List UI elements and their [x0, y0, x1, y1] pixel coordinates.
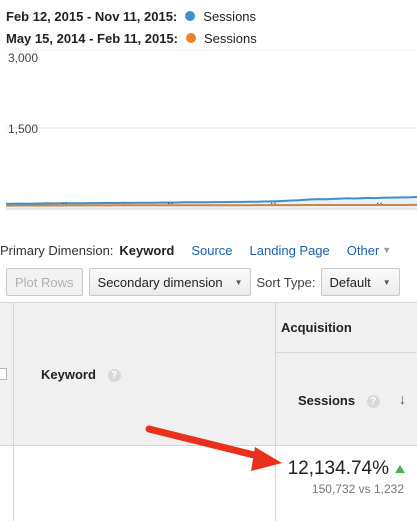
sort-type-label: Sort Type:	[256, 274, 316, 290]
sessions-change-text: 12,134.74%	[287, 458, 389, 479]
secondary-dimension-dropdown[interactable]: Secondary dimension ▼	[88, 268, 252, 296]
dimension-keyword[interactable]: Keyword	[119, 243, 174, 258]
legend-previous-dot	[186, 33, 196, 43]
sort-type-dropdown[interactable]: Default ▼	[320, 268, 400, 296]
help-icon[interactable]: ?	[366, 395, 380, 409]
sort-descending-icon[interactable]: ↓	[399, 391, 406, 407]
primary-dimension-label: Primary Dimension:	[0, 242, 114, 258]
chevron-down-icon: ▼	[382, 245, 392, 255]
dimension-other-label: Other	[346, 242, 380, 258]
sessions-change-value: 12,134.74%	[288, 458, 405, 480]
sessions-header-label: Sessions	[298, 393, 356, 408]
legend-current-series: Sessions	[203, 8, 257, 24]
x-tick-label: ..	[270, 193, 277, 207]
column-divider	[13, 302, 14, 521]
chevron-down-icon: ▼	[382, 277, 391, 287]
sessions-comparison: 150,732 vs 1,232	[311, 482, 404, 496]
plot-rows-button[interactable]: Plot Rows	[6, 268, 83, 296]
sort-type-value: Default	[329, 274, 371, 290]
y-tick-label-3000: 3,000	[8, 51, 38, 65]
legend-current-period: Feb 12, 2015 - Nov 11, 2015: Sessions	[6, 6, 256, 26]
chevron-down-icon: ▼	[234, 277, 243, 287]
primary-dimension-bar: Primary Dimension: Keyword Source Landin…	[0, 239, 391, 261]
select-all-checkbox[interactable]	[0, 368, 7, 380]
table-toolbar: Plot Rows Secondary dimension ▼ Sort Typ…	[0, 266, 417, 298]
secondary-dimension-label: Secondary dimension	[97, 274, 223, 290]
legend-previous-period: May 15, 2014 - Feb 11, 2015: Sessions	[6, 28, 257, 48]
sessions-column-header[interactable]: Sessions ?	[298, 393, 380, 409]
sessions-chart[interactable]: 3,000 1,500 .. .. .. ..	[0, 50, 417, 215]
keyword-column-header[interactable]: Keyword ?	[41, 367, 121, 383]
legend-current-range: Feb 12, 2015 - Nov 11, 2015:	[6, 8, 178, 24]
y-tick-label-1500: 1,500	[8, 122, 38, 136]
legend-previous-series: Sessions	[204, 30, 257, 46]
legend-previous-range: May 15, 2014 - Feb 11, 2015:	[6, 30, 178, 46]
header-divider	[275, 352, 417, 353]
dimension-source-link[interactable]: Source	[191, 243, 232, 258]
x-tick-label: ..	[376, 193, 383, 207]
dimension-landing-page-link[interactable]: Landing Page	[250, 243, 330, 258]
dimension-other-dropdown[interactable]: Other ▼	[347, 243, 391, 258]
legend-current-dot	[185, 11, 196, 21]
keyword-header-label: Keyword	[41, 367, 96, 382]
column-divider	[275, 302, 276, 521]
acquisition-group-header: Acquisition	[281, 320, 352, 335]
trend-up-icon	[395, 465, 405, 473]
x-tick-label: ..	[61, 193, 68, 207]
sessions-chart-svg: 3,000 1,500 .. .. .. ..	[5, 50, 417, 210]
x-tick-label: ..	[167, 193, 174, 207]
data-table: Keyword ? Acquisition Sessions ? ↓ 12,13…	[0, 302, 417, 521]
help-icon[interactable]: ?	[107, 369, 121, 383]
